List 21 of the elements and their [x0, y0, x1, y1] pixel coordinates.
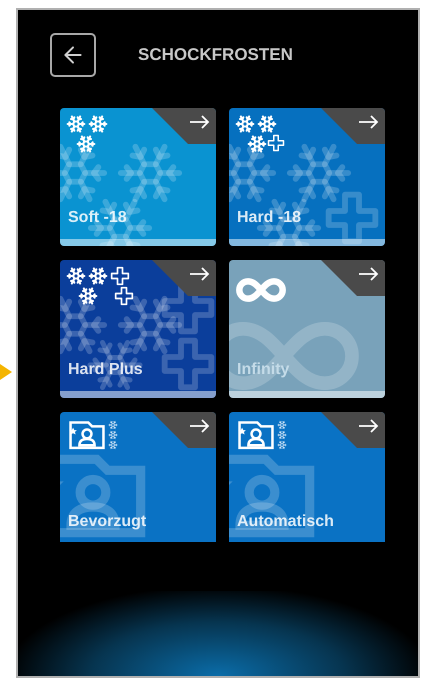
snowflakes-plus-icon	[235, 114, 287, 154]
corner-arrow-icon	[321, 108, 385, 144]
profile-folder-icon	[68, 420, 118, 450]
program-tile[interactable]: Soft -18	[60, 108, 216, 246]
infinity-watermark-icon	[229, 322, 359, 390]
pointer-arrow-icon	[0, 362, 12, 382]
snowflakes-plus-icon	[66, 266, 136, 308]
program-tile[interactable]: Hard Plus	[60, 260, 216, 398]
plus-watermark-icon	[160, 336, 216, 392]
back-button[interactable]	[50, 33, 96, 77]
corner-arrow-icon	[321, 412, 385, 448]
program-tile[interactable]: Bevorzugt	[60, 412, 216, 542]
profile-folder-watermark-icon	[60, 452, 148, 540]
program-tile[interactable]: Hard -18	[229, 108, 385, 246]
corner-arrow-icon	[152, 260, 216, 296]
corner-arrow-icon	[152, 412, 216, 448]
corner-arrow-icon	[152, 108, 216, 144]
profile-folder-icon	[237, 420, 287, 450]
screen-title: SCHOCKFROSTEN	[138, 44, 293, 66]
program-tile[interactable]: Automatisch	[229, 412, 385, 542]
corner-arrow-icon	[321, 260, 385, 296]
